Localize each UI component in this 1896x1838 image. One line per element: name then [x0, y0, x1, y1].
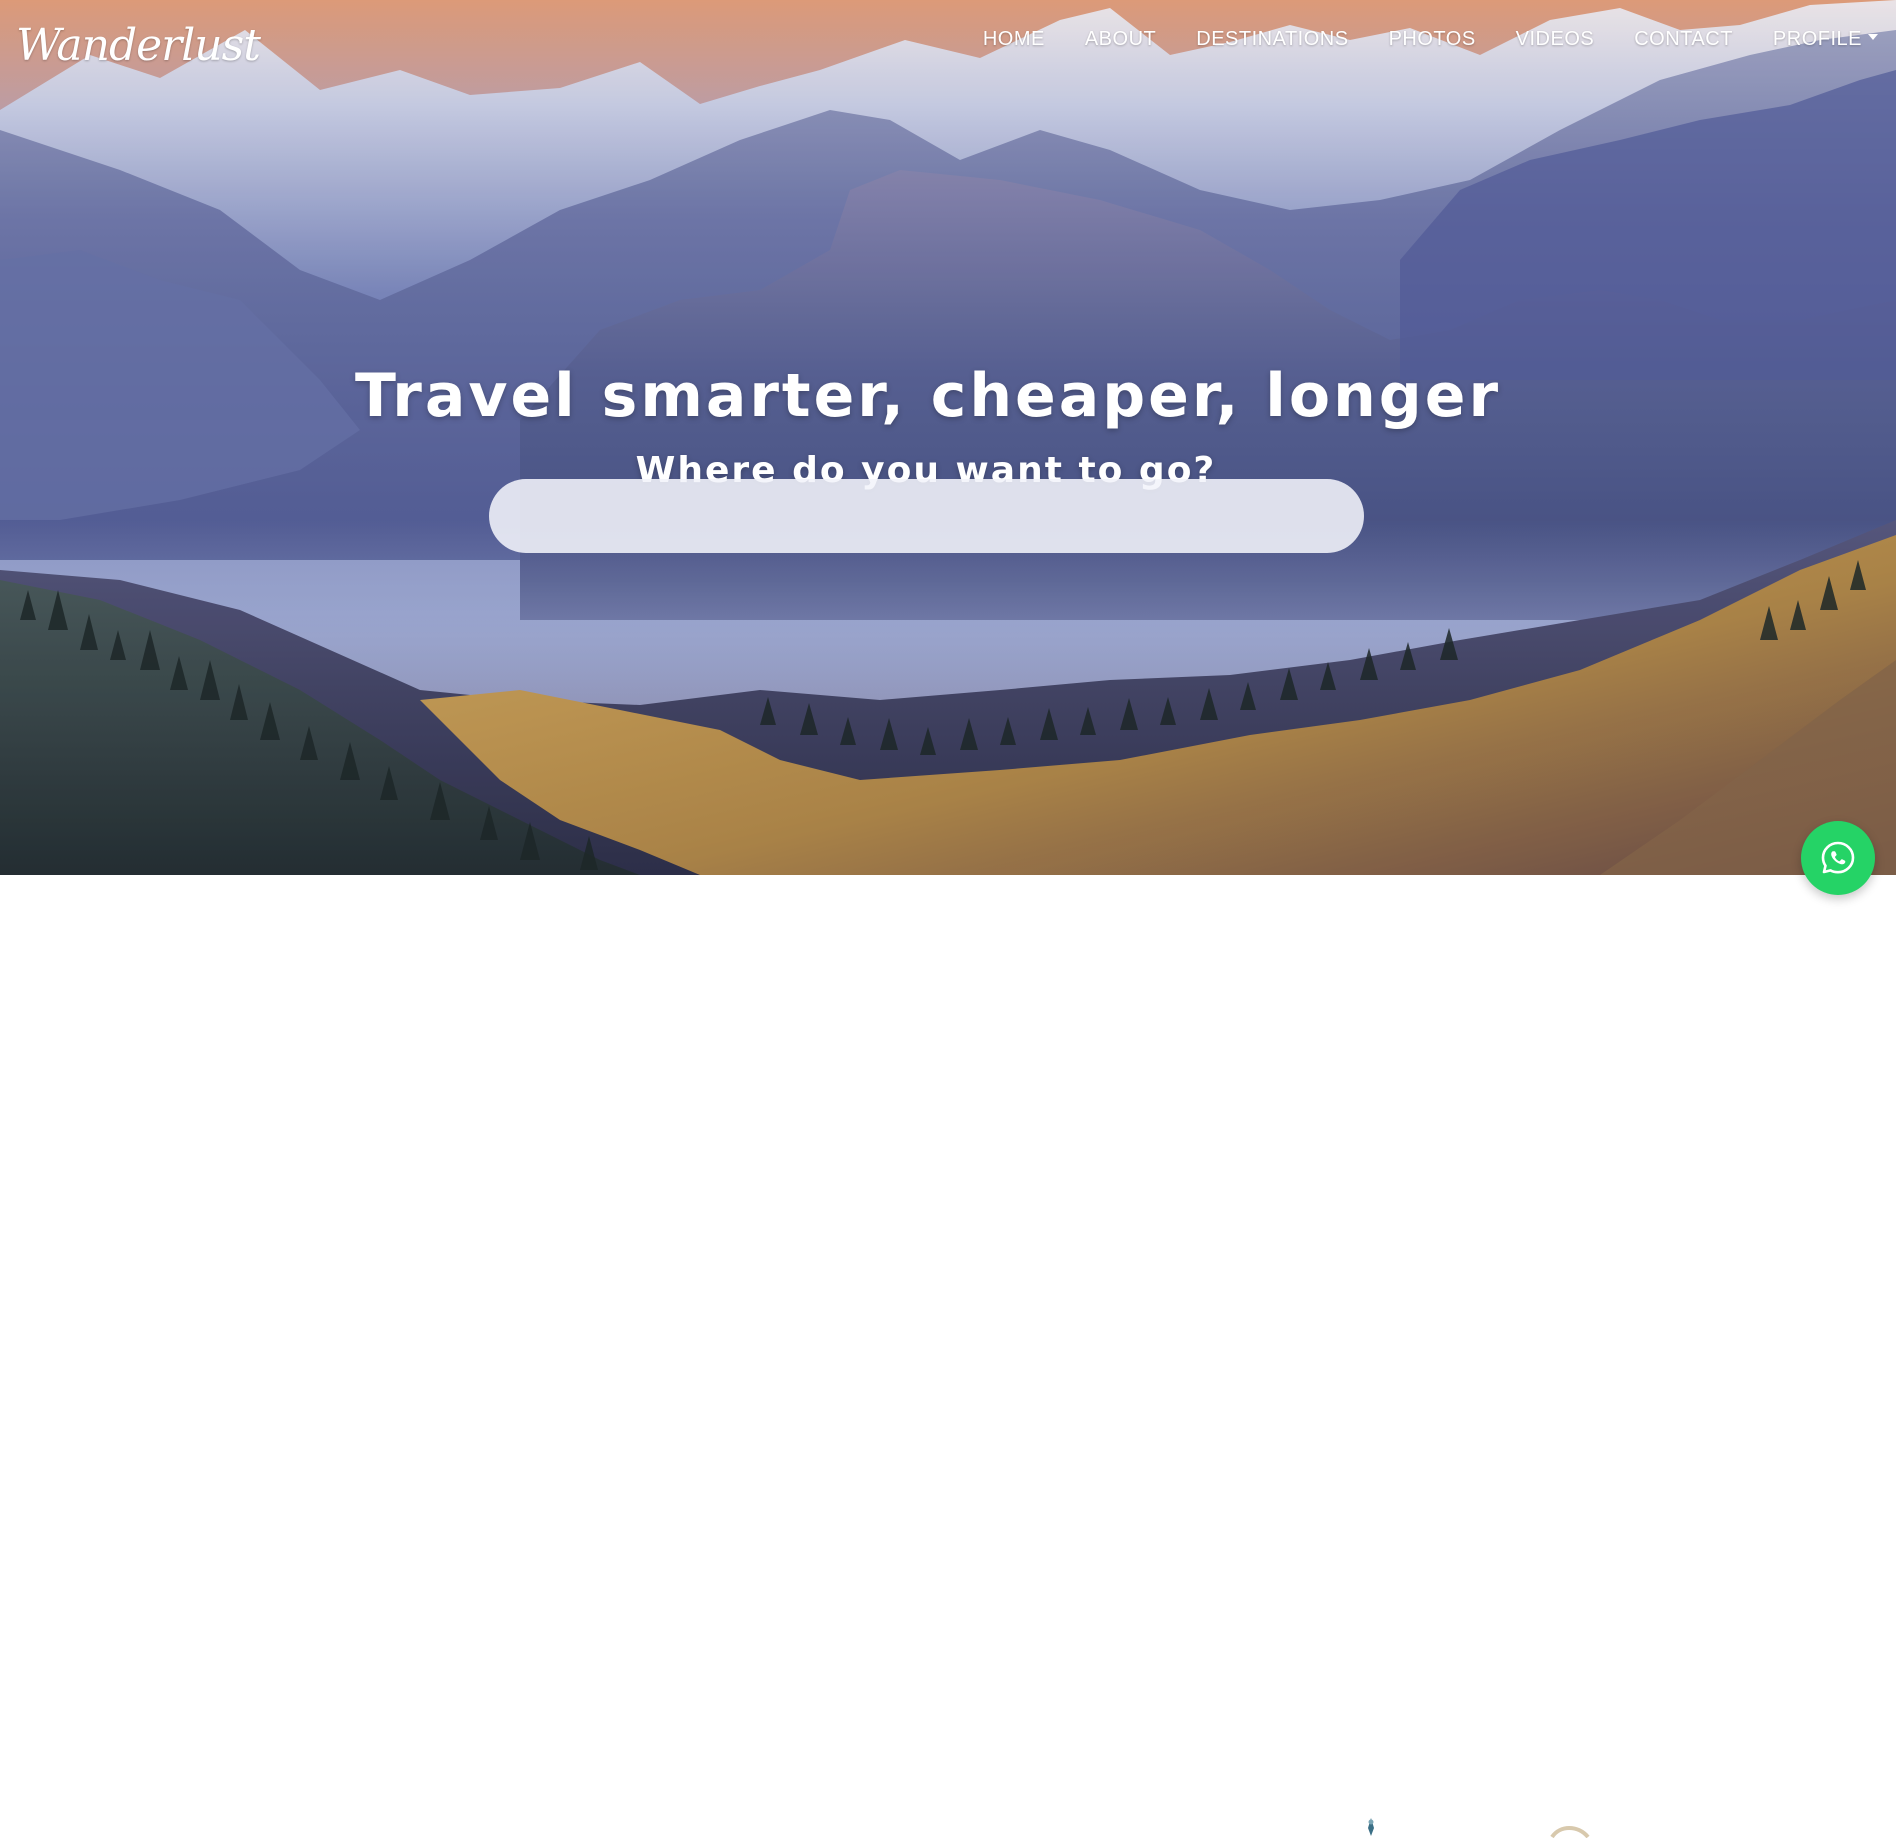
main-nav: HOME ABOUT DESTINATIONS PHOTOS VIDEOS CO…: [983, 28, 1878, 51]
hero-title: Travel smarter, cheaper, longer: [354, 361, 1502, 432]
nav-profile-dropdown[interactable]: PROFILE: [1773, 28, 1878, 51]
nav-photos-link[interactable]: PHOTOS: [1389, 28, 1476, 51]
nav-destinations-link[interactable]: DESTINATIONS: [1196, 28, 1348, 51]
partial-image-left: [1368, 1818, 1374, 1836]
whatsapp-icon: [1821, 841, 1855, 874]
whatsapp-chat-button[interactable]: [1801, 821, 1875, 895]
caret-down-icon: [1868, 33, 1878, 40]
nav-videos-link[interactable]: VIDEOS: [1516, 28, 1595, 51]
content-section: [0, 875, 1896, 1838]
hero-section: Wanderlust HOME ABOUT DESTINATIONS PHOTO…: [0, 0, 1896, 875]
site-logo[interactable]: Wanderlust: [16, 18, 261, 74]
partial-image-right: [1550, 1826, 1590, 1838]
mountain-landscape-image: [0, 0, 1896, 875]
nav-about-link[interactable]: ABOUT: [1085, 28, 1156, 51]
nav-contact-link[interactable]: CONTACT: [1634, 28, 1733, 51]
nav-profile-label: PROFILE: [1772, 28, 1862, 50]
destination-search-input[interactable]: [489, 479, 1364, 553]
nav-home-link[interactable]: HOME: [983, 28, 1045, 51]
